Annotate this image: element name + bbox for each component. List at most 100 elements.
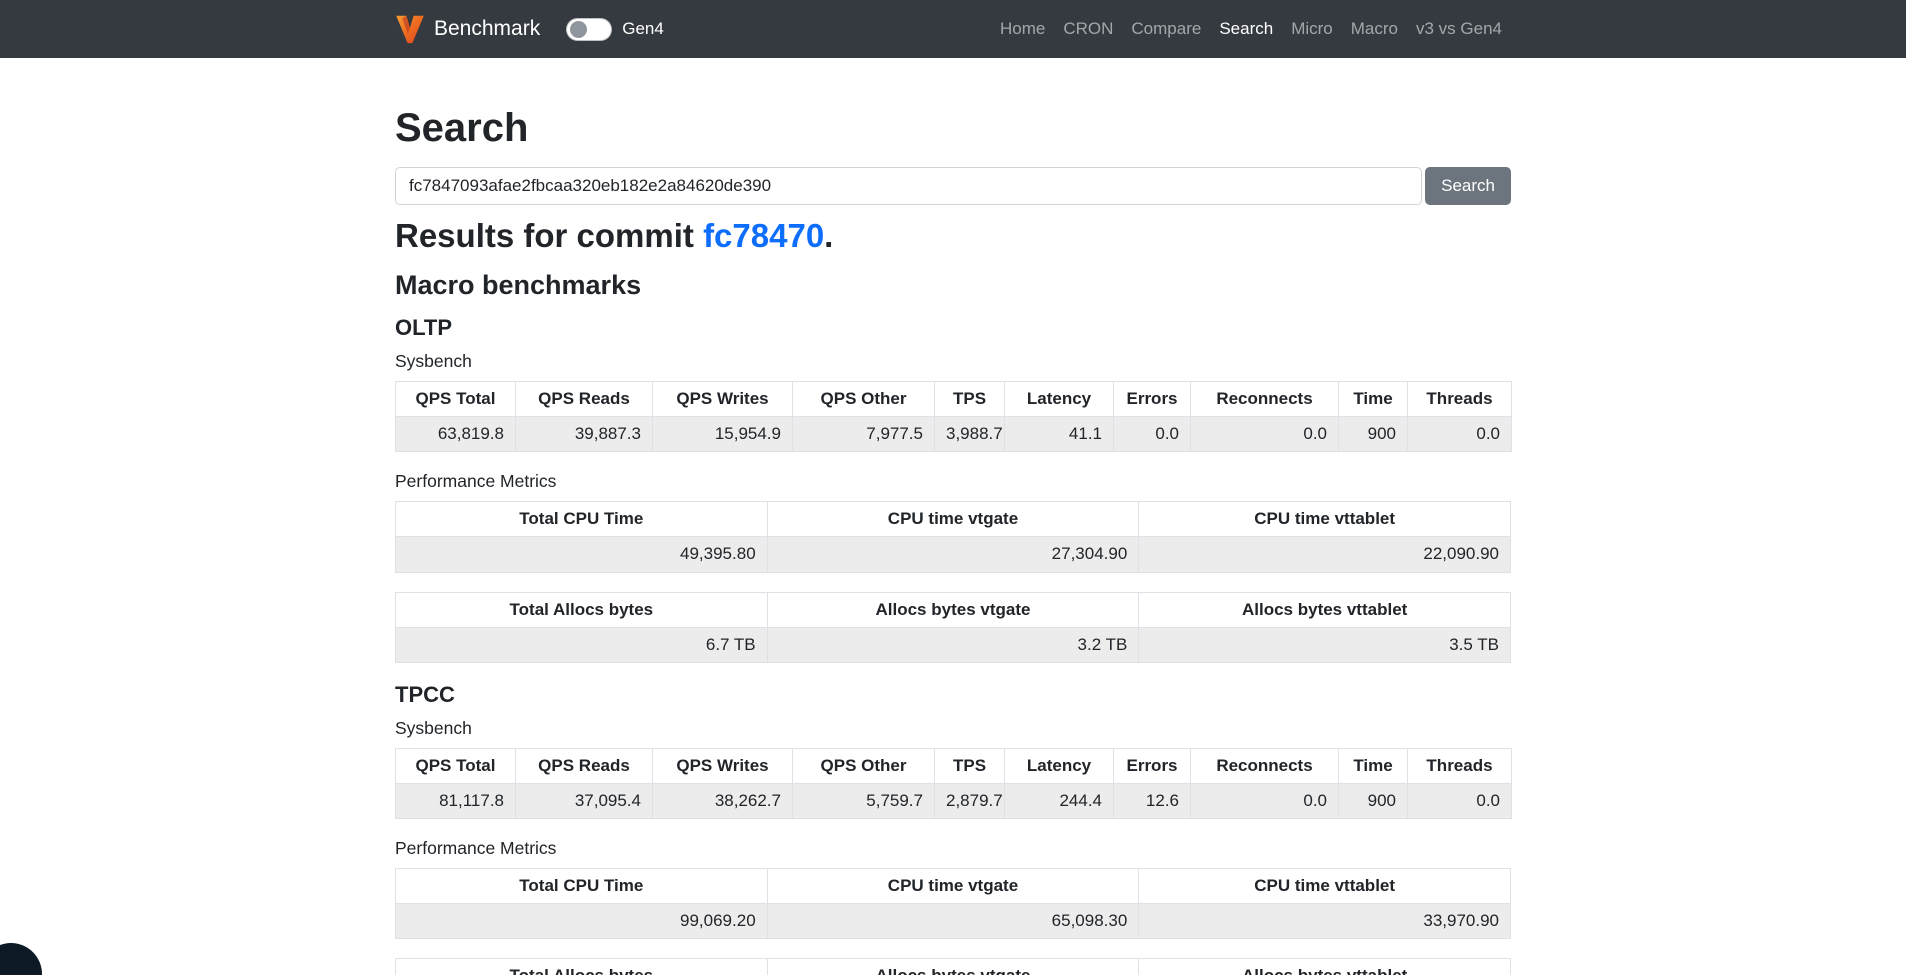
nav-link-cron[interactable]: CRON xyxy=(1054,19,1122,39)
sysbench-table-oltp: QPS Total QPS Reads QPS Writes QPS Other… xyxy=(395,381,1512,452)
cell-time: 900 xyxy=(1339,783,1408,818)
col-header-threads: Threads xyxy=(1408,748,1512,783)
results-suffix: . xyxy=(824,217,833,254)
col-header-total-cpu-time: Total CPU Time xyxy=(396,502,768,537)
cell-threads: 0.0 xyxy=(1408,783,1512,818)
col-header-qps-reads: QPS Reads xyxy=(516,382,653,417)
cell-cpu-time-vtgate: 65,098.30 xyxy=(767,904,1139,939)
table-header-row: Total Allocs bytes Allocs bytes vtgate A… xyxy=(396,959,1511,975)
cell-total-allocs-bytes: 6.7 TB xyxy=(396,627,768,662)
cell-threads: 0.0 xyxy=(1408,417,1512,452)
brand-title[interactable]: Benchmark xyxy=(434,17,540,41)
cell-allocs-bytes-vtgate: 3.2 TB xyxy=(767,627,1139,662)
search-input[interactable] xyxy=(395,167,1422,205)
cell-qps-writes: 15,954.9 xyxy=(653,417,793,452)
col-header-qps-reads: QPS Reads xyxy=(516,748,653,783)
commit-link[interactable]: fc78470 xyxy=(703,217,824,254)
cell-qps-total: 81,117.8 xyxy=(396,783,516,818)
cell-cpu-time-vttablet: 33,970.90 xyxy=(1139,904,1511,939)
cell-tps: 2,879.7 xyxy=(935,783,1005,818)
col-header-total-cpu-time: Total CPU Time xyxy=(396,869,768,904)
performance-metrics-label-tpcc: Performance Metrics xyxy=(395,838,1511,859)
table-row: 63,819.8 39,887.3 15,954.9 7,977.5 3,988… xyxy=(396,417,1512,452)
sysbench-label-tpcc: Sysbench xyxy=(395,718,1511,739)
results-heading: Results for commit fc78470. xyxy=(395,217,1511,255)
col-header-latency: Latency xyxy=(1005,382,1114,417)
col-header-allocs-bytes-vttablet: Allocs bytes vttablet xyxy=(1139,592,1511,627)
allocs-table-oltp: Total Allocs bytes Allocs bytes vtgate A… xyxy=(395,592,1511,663)
col-header-allocs-bytes-vtgate: Allocs bytes vtgate xyxy=(767,592,1139,627)
col-header-total-allocs-bytes: Total Allocs bytes xyxy=(396,592,768,627)
nav-links: Home CRON Compare Search Micro Macro v3 … xyxy=(991,19,1511,39)
cell-reconnects: 0.0 xyxy=(1191,417,1339,452)
cell-cpu-time-vttablet: 22,090.90 xyxy=(1139,537,1511,572)
col-header-qps-writes: QPS Writes xyxy=(653,382,793,417)
section-heading-oltp: OLTP xyxy=(395,315,1511,341)
allocs-table-tpcc: Total Allocs bytes Allocs bytes vtgate A… xyxy=(395,958,1511,975)
nav-link-compare[interactable]: Compare xyxy=(1122,19,1210,39)
nav-link-macro[interactable]: Macro xyxy=(1342,19,1407,39)
nav-link-micro[interactable]: Micro xyxy=(1282,19,1342,39)
col-header-threads: Threads xyxy=(1408,382,1512,417)
nav-link-search[interactable]: Search xyxy=(1210,19,1282,39)
col-header-qps-writes: QPS Writes xyxy=(653,748,793,783)
col-header-errors: Errors xyxy=(1114,382,1191,417)
col-header-tps: TPS xyxy=(935,382,1005,417)
sysbench-label-oltp: Sysbench xyxy=(395,351,1511,372)
table-row: 99,069.20 65,098.30 33,970.90 xyxy=(396,904,1511,939)
col-header-reconnects: Reconnects xyxy=(1191,382,1339,417)
col-header-qps-total: QPS Total xyxy=(396,382,516,417)
cpu-table-oltp: Total CPU Time CPU time vtgate CPU time … xyxy=(395,501,1511,572)
col-header-time: Time xyxy=(1339,748,1408,783)
col-header-cpu-time-vtgate: CPU time vtgate xyxy=(767,869,1139,904)
cell-latency: 244.4 xyxy=(1005,783,1114,818)
search-button[interactable]: Search xyxy=(1425,167,1511,205)
cell-qps-other: 7,977.5 xyxy=(793,417,935,452)
cell-qps-reads: 39,887.3 xyxy=(516,417,653,452)
table-row: 49,395.80 27,304.90 22,090.90 xyxy=(396,537,1511,572)
cell-errors: 0.0 xyxy=(1114,417,1191,452)
table-header-row: QPS Total QPS Reads QPS Writes QPS Other… xyxy=(396,382,1512,417)
col-header-reconnects: Reconnects xyxy=(1191,748,1339,783)
page-title: Search xyxy=(395,106,1511,151)
gen4-toggle-label: Gen4 xyxy=(622,19,664,39)
col-header-tps: TPS xyxy=(935,748,1005,783)
table-header-row: QPS Total QPS Reads QPS Writes QPS Other… xyxy=(396,748,1512,783)
col-header-qps-other: QPS Other xyxy=(793,748,935,783)
col-header-latency: Latency xyxy=(1005,748,1114,783)
col-header-allocs-bytes-vttablet: Allocs bytes vttablet xyxy=(1139,959,1511,975)
performance-metrics-label-oltp: Performance Metrics xyxy=(395,471,1511,492)
cell-qps-reads: 37,095.4 xyxy=(516,783,653,818)
cell-qps-total: 63,819.8 xyxy=(396,417,516,452)
toggle-knob xyxy=(570,21,587,38)
table-header-row: Total CPU Time CPU time vtgate CPU time … xyxy=(396,502,1511,537)
macro-benchmarks-heading: Macro benchmarks xyxy=(395,270,1511,301)
cell-allocs-bytes-vttablet: 3.5 TB xyxy=(1139,627,1511,662)
cell-qps-other: 5,759.7 xyxy=(793,783,935,818)
nav-link-home[interactable]: Home xyxy=(991,19,1054,39)
results-prefix: Results for commit xyxy=(395,217,703,254)
brand-group: Benchmark Gen4 xyxy=(395,14,664,44)
cell-time: 900 xyxy=(1339,417,1408,452)
col-header-allocs-bytes-vtgate: Allocs bytes vtgate xyxy=(767,959,1139,975)
sysbench-table-tpcc: QPS Total QPS Reads QPS Writes QPS Other… xyxy=(395,748,1512,819)
gen4-toggle[interactable] xyxy=(566,18,612,41)
cell-qps-writes: 38,262.7 xyxy=(653,783,793,818)
nav-link-v3-vs-gen4[interactable]: v3 vs Gen4 xyxy=(1407,19,1511,39)
cpu-table-tpcc: Total CPU Time CPU time vtgate CPU time … xyxy=(395,868,1511,939)
cell-errors: 12.6 xyxy=(1114,783,1191,818)
corner-blob[interactable] xyxy=(0,943,42,975)
table-row: 6.7 TB 3.2 TB 3.5 TB xyxy=(396,627,1511,662)
main-content: Search Search Results for commit fc78470… xyxy=(395,58,1511,975)
table-header-row: Total CPU Time CPU time vtgate CPU time … xyxy=(396,869,1511,904)
col-header-cpu-time-vttablet: CPU time vttablet xyxy=(1139,869,1511,904)
cell-total-cpu-time: 49,395.80 xyxy=(396,537,768,572)
navbar: Benchmark Gen4 Home CRON Compare Search … xyxy=(0,0,1906,58)
col-header-cpu-time-vttablet: CPU time vttablet xyxy=(1139,502,1511,537)
col-header-qps-other: QPS Other xyxy=(793,382,935,417)
table-header-row: Total Allocs bytes Allocs bytes vtgate A… xyxy=(396,592,1511,627)
col-header-qps-total: QPS Total xyxy=(396,748,516,783)
cell-cpu-time-vtgate: 27,304.90 xyxy=(767,537,1139,572)
cell-tps: 3,988.7 xyxy=(935,417,1005,452)
col-header-time: Time xyxy=(1339,382,1408,417)
